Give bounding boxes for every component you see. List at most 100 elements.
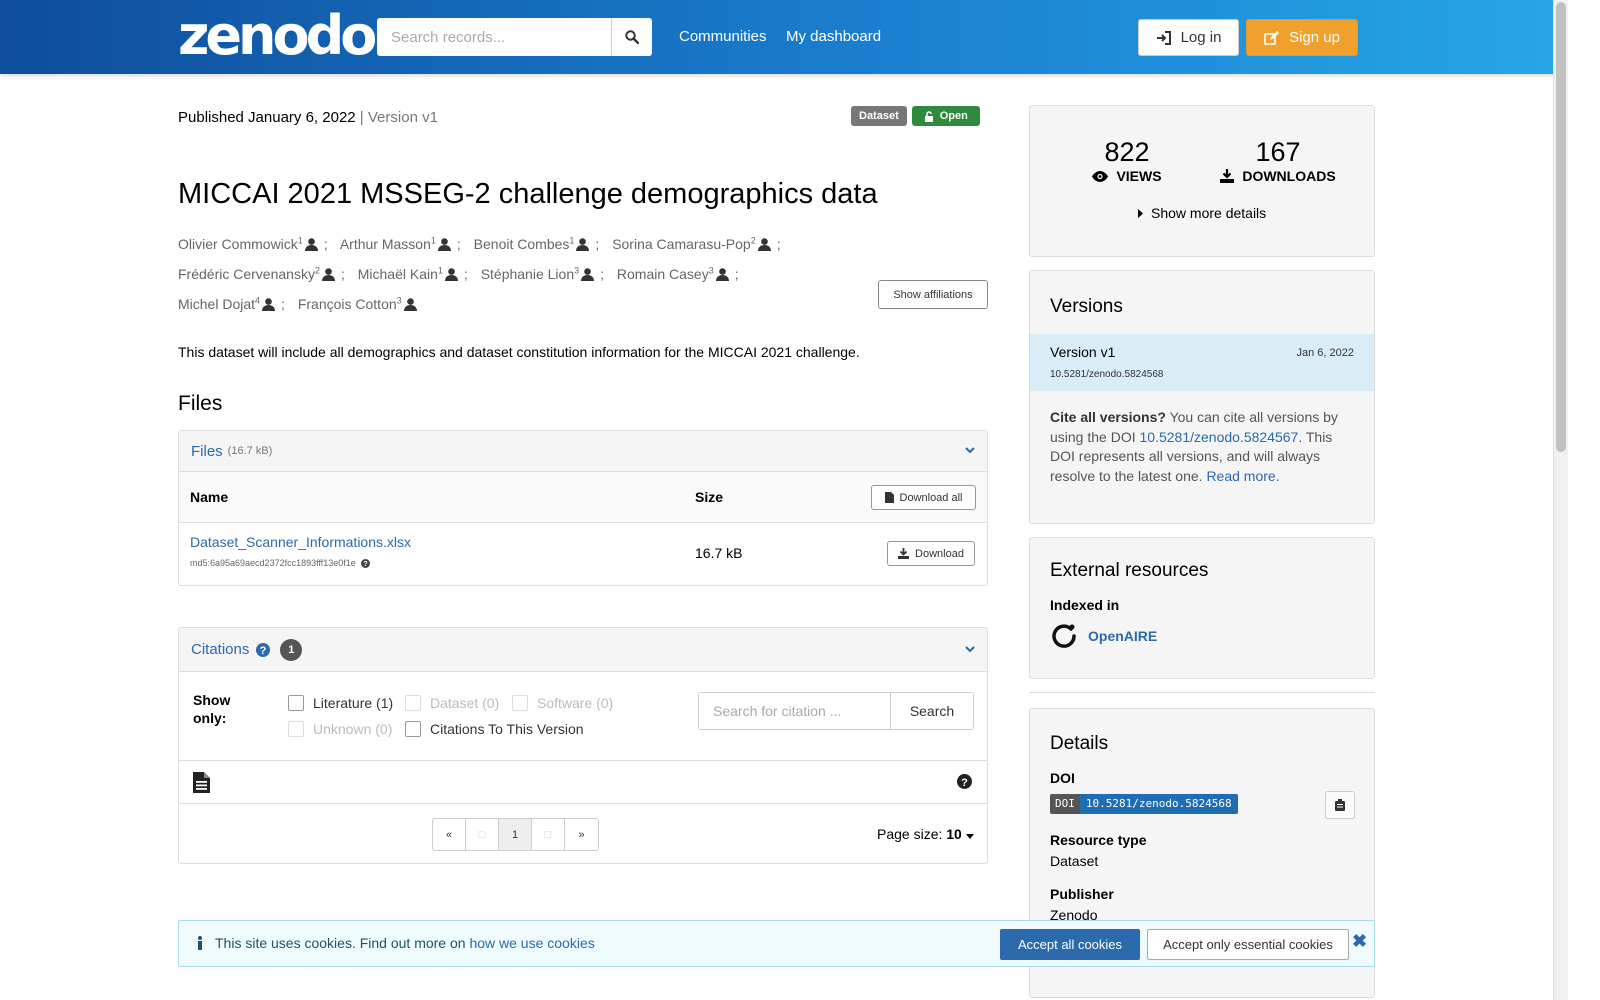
record-description: This dataset will include all demographi… — [178, 344, 860, 360]
author-name[interactable]: Stéphanie Lion — [481, 266, 574, 282]
files-panel-title: Files — [191, 442, 223, 460]
author-item: Frédéric Cervenansky2; — [178, 265, 345, 282]
file-text-icon[interactable] — [193, 772, 210, 793]
indexed-in-label: Indexed in — [1050, 597, 1120, 613]
file-link[interactable]: Dataset_Scanner_Informations.xlsx — [190, 534, 411, 550]
user-icon[interactable] — [581, 268, 595, 281]
page-scrollbar[interactable] — [1553, 0, 1568, 1000]
openaire-link[interactable]: OpenAIRE — [1050, 622, 1157, 650]
citation-toolbar: ? — [179, 761, 987, 804]
author-name[interactable]: Romain Casey — [617, 266, 709, 282]
signup-button[interactable]: Sign up — [1246, 19, 1358, 56]
author-item: Arthur Masson1; — [339, 235, 461, 252]
author-name[interactable]: Arthur Masson — [340, 236, 431, 252]
author-item: Michel Dojat4; — [178, 295, 285, 312]
citation-filters: Show only: Literature (1) Dataset (0) So… — [179, 672, 987, 761]
version-name: Version v1 — [1050, 344, 1116, 360]
pager: « □ 1 □ » — [432, 818, 599, 851]
question-circle-icon[interactable]: ? — [957, 774, 972, 789]
version-item[interactable]: Version v1 Jan 6, 2022 10.5281/zenodo.58… — [1030, 334, 1374, 391]
pager-prev[interactable]: □ — [466, 819, 499, 850]
top-navbar: zenodo Communities My dashboard Log in S… — [0, 0, 1600, 74]
col-name-header: Name — [190, 489, 229, 505]
chevron-down-icon — [965, 646, 975, 653]
pager-page-1[interactable]: 1 — [499, 819, 532, 850]
user-icon[interactable] — [444, 268, 458, 281]
checkbox — [405, 695, 421, 711]
pager-next[interactable]: □ — [532, 819, 565, 850]
cite-all-versions-note: Cite all versions? You can cite all vers… — [1050, 409, 1338, 484]
checkbox — [512, 695, 528, 711]
citation-search-button[interactable]: Search — [891, 693, 973, 729]
zenodo-logo[interactable]: zenodo — [178, 6, 377, 66]
download-all-button[interactable]: Download all — [871, 485, 976, 510]
user-icon[interactable] — [403, 298, 417, 311]
author-affiliation-number: 1 — [569, 235, 575, 245]
file-size: 16.7 kB — [695, 545, 743, 561]
citation-search: Search — [698, 692, 974, 730]
checkbox[interactable] — [405, 721, 421, 737]
author-item: Michaël Kain1; — [357, 265, 468, 282]
cookie-message: This site uses cookies. Find out more on… — [197, 935, 595, 951]
doi-badge[interactable]: DOI 10.5281/zenodo.5824568 — [1050, 794, 1238, 814]
author-affiliation-number: 2 — [750, 235, 756, 245]
files-panel-header[interactable]: Files (16.7 kB) — [179, 431, 987, 472]
author-name[interactable]: Michel Dojat — [178, 296, 255, 312]
scrollbar-thumb[interactable] — [1556, 2, 1566, 452]
cookie-policy-link[interactable]: how we use cookies — [469, 935, 594, 951]
close-icon[interactable]: ✖ — [1352, 931, 1367, 952]
stats-card: 822 VIEWS 167 DOWNLOADS Show more detail… — [1029, 105, 1375, 257]
page-size-select[interactable]: Page size: 10 — [877, 826, 974, 842]
citations-panel-header[interactable]: Citations ? 1 — [179, 628, 987, 672]
filter-this-version[interactable]: Citations To This Version — [405, 721, 584, 737]
record-title: MICCAI 2021 MSSEG-2 challenge demographi… — [178, 178, 878, 210]
user-icon[interactable] — [262, 298, 276, 311]
concept-doi-link[interactable]: 10.5281/zenodo.5824567 — [1140, 429, 1299, 445]
user-icon[interactable] — [321, 268, 335, 281]
author-affiliation-number: 1 — [430, 235, 436, 245]
read-more-link[interactable]: Read more. — [1206, 468, 1279, 484]
pager-first[interactable]: « — [433, 819, 466, 850]
search-icon — [625, 30, 639, 44]
versions-heading: Versions — [1050, 296, 1123, 317]
col-size-header: Size — [695, 489, 724, 505]
copy-doi-button[interactable] — [1325, 791, 1355, 819]
edit-icon — [1264, 30, 1280, 45]
nav-communities[interactable]: Communities — [679, 28, 767, 45]
clipboard-icon — [1335, 799, 1345, 811]
accept-essential-cookies-button[interactable]: Accept only essential cookies — [1147, 929, 1349, 960]
accept-all-cookies-button[interactable]: Accept all cookies — [1000, 929, 1140, 960]
search-bar — [377, 18, 652, 56]
user-icon[interactable] — [576, 237, 590, 251]
download-button[interactable]: Download — [887, 541, 975, 566]
login-button[interactable]: Log in — [1138, 19, 1239, 56]
user-icon[interactable] — [304, 237, 318, 251]
files-panel: Files (16.7 kB) Name Size Download all D… — [178, 430, 988, 586]
user-icon[interactable] — [757, 237, 771, 251]
author-item: Romain Casey3; — [616, 265, 739, 282]
resource-type-value: Dataset — [1050, 853, 1099, 869]
question-circle-icon[interactable]: ? — [360, 558, 370, 568]
pager-last[interactable]: » — [565, 819, 598, 850]
author-affiliation-number: 4 — [255, 295, 261, 306]
author-name[interactable]: Olivier Commowick — [178, 236, 298, 252]
author-name[interactable]: Frédéric Cervenansky — [178, 266, 315, 282]
author-name[interactable]: François Cotton — [298, 296, 397, 312]
nav-my-dashboard[interactable]: My dashboard — [786, 28, 881, 45]
publisher-label: Publisher — [1050, 886, 1114, 902]
author-name[interactable]: Sorina Camarasu-Pop — [612, 236, 751, 252]
caret-down-icon — [965, 834, 974, 839]
user-icon[interactable] — [715, 268, 729, 281]
filter-literature[interactable]: Literature (1) — [288, 695, 393, 711]
show-more-details-toggle[interactable]: Show more details — [1138, 205, 1266, 221]
show-affiliations-button[interactable]: Show affiliations — [878, 280, 988, 309]
question-circle-icon[interactable]: ? — [256, 642, 271, 657]
views-stat: 822 VIEWS — [1092, 136, 1162, 184]
search-input[interactable] — [377, 18, 612, 56]
author-name[interactable]: Benoit Combes — [474, 236, 570, 252]
search-button[interactable] — [612, 18, 652, 56]
citation-search-input[interactable] — [699, 693, 891, 729]
author-name[interactable]: Michaël Kain — [358, 266, 438, 282]
checkbox[interactable] — [288, 695, 304, 711]
user-icon[interactable] — [437, 237, 451, 251]
